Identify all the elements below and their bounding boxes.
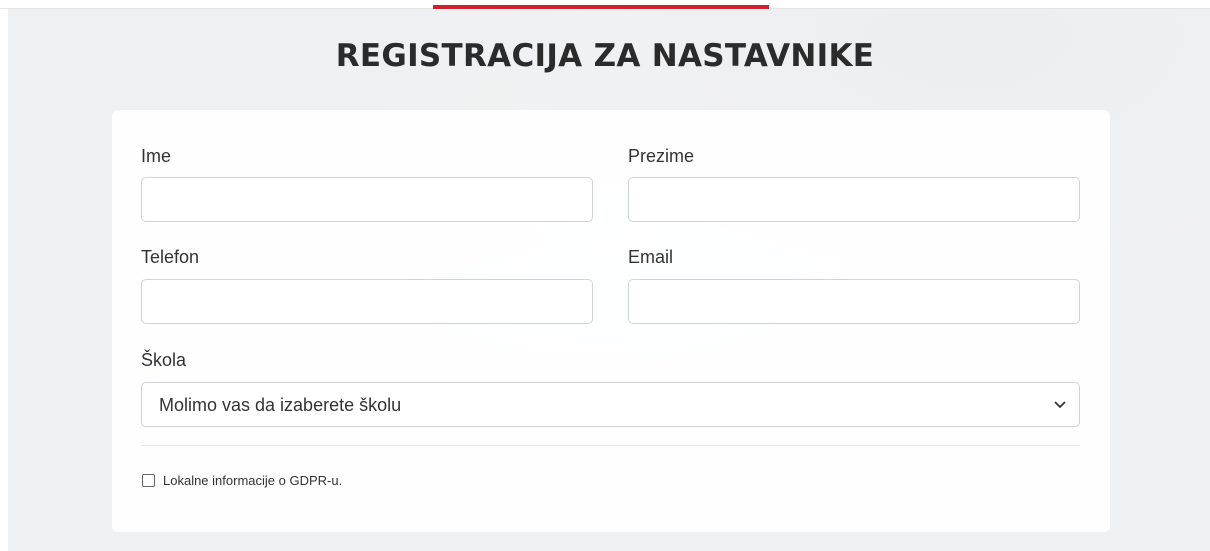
registration-form: Ime Prezime Telefon Email Škola Molimo v… [112, 110, 1110, 532]
form-divider [141, 445, 1080, 446]
active-nav-indicator [433, 5, 769, 9]
gdpr-checkbox[interactable] [142, 474, 155, 487]
phone-input[interactable] [141, 279, 593, 324]
school-select[interactable]: Molimo vas da izaberete školu [141, 382, 1080, 427]
first-name-input[interactable] [141, 177, 593, 222]
email-label: Email [628, 247, 674, 267]
school-select-value: Molimo vas da izaberete školu [159, 395, 402, 415]
last-name-label: Prezime [628, 146, 695, 166]
page-title: REGISTRACIJA ZA NASTAVNIKE [335, 38, 875, 74]
school-label: Škola [141, 350, 187, 370]
chevron-down-icon [1054, 401, 1066, 408]
last-name-input[interactable] [628, 177, 1080, 222]
first-name-label: Ime [141, 146, 172, 166]
gdpr-checkbox-label[interactable]: Lokalne informacije o GDPR-u. [163, 473, 342, 488]
phone-label: Telefon [141, 247, 200, 267]
email-input[interactable] [628, 279, 1080, 324]
